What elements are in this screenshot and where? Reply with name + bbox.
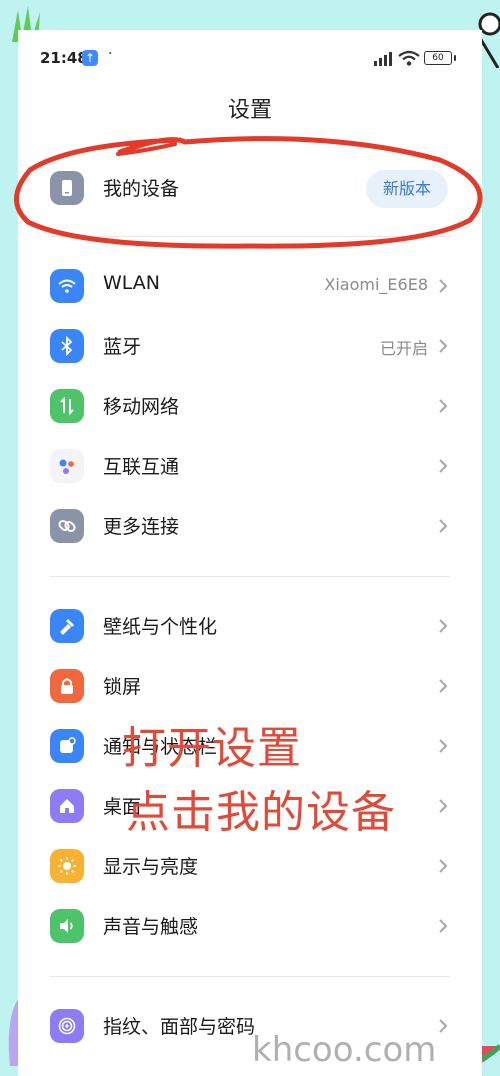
- watermark: khcoo.com: [252, 1030, 437, 1070]
- chevron-right-icon: [439, 739, 448, 753]
- settings-item-display[interactable]: 显示与亮度: [18, 836, 482, 896]
- item-value: 已开启: [379, 339, 428, 358]
- annotation-line-2: 点击我的设备: [126, 787, 396, 838]
- sound-icon: [50, 909, 84, 943]
- settings-item-mobile-network[interactable]: 移动网络: [18, 376, 482, 436]
- chevron-right-icon: [439, 459, 448, 473]
- chevron-right-icon: [439, 919, 448, 933]
- home-icon: [50, 789, 84, 823]
- settings-item-lock-screen[interactable]: 锁屏: [18, 656, 482, 716]
- wifi-icon: [50, 269, 84, 303]
- sun-icon: [50, 849, 84, 883]
- status-time: 21:48: [40, 49, 88, 67]
- wifi-status-icon: [398, 50, 420, 66]
- page-title: 设置: [227, 98, 272, 123]
- device-icon: [50, 171, 84, 205]
- item-label: 壁纸与个性化: [103, 616, 218, 638]
- settings-item-sound[interactable]: 声音与触感: [18, 896, 482, 956]
- item-label: 声音与触感: [103, 916, 199, 938]
- battery-icon: 60: [424, 51, 456, 65]
- chevron-right-icon: [439, 519, 448, 533]
- link-icon: [50, 509, 84, 543]
- signal-icon: [374, 52, 392, 66]
- item-label: 显示与亮度: [103, 856, 199, 878]
- item-label: 锁屏: [103, 676, 142, 698]
- divider: [50, 236, 450, 237]
- chevron-right-icon: [439, 799, 448, 813]
- notification-icon: [50, 729, 84, 763]
- chevron-right-icon: [439, 1019, 448, 1033]
- annotation-line-1: 打开设置: [122, 723, 302, 774]
- fingerprint-icon: [50, 1009, 84, 1043]
- item-value: Xiaomi_E6E8: [324, 275, 428, 294]
- chevron-right-icon: [439, 279, 448, 293]
- item-label: 蓝牙: [103, 336, 142, 358]
- mobile-network-icon: [50, 389, 84, 423]
- status-bar: 21:48 ↑ · 60: [18, 30, 482, 84]
- settings-item-bluetooth[interactable]: 蓝牙 已开启: [18, 316, 482, 376]
- my-device-label: 我的设备: [103, 178, 180, 200]
- status-dot: ·: [108, 46, 113, 62]
- item-label: WLAN: [103, 272, 161, 294]
- new-version-badge[interactable]: 新版本: [366, 170, 448, 208]
- settings-item-wallpaper[interactable]: 壁纸与个性化: [18, 596, 482, 656]
- settings-item-wlan[interactable]: WLAN Xiaomi_E6E8: [18, 256, 482, 316]
- chevron-right-icon: [439, 339, 448, 353]
- divider: [50, 576, 450, 577]
- wallpaper-icon: [50, 609, 84, 643]
- chevron-right-icon: [439, 619, 448, 633]
- divider: [50, 976, 450, 977]
- item-label: 移动网络: [103, 396, 180, 418]
- item-label: 互联互通: [103, 456, 180, 478]
- interconnect-icon: [50, 449, 84, 483]
- lock-icon: [50, 669, 84, 703]
- settings-item-interconnect[interactable]: 互联互通: [18, 436, 482, 496]
- settings-item-more-connections[interactable]: 更多连接: [18, 496, 482, 556]
- chevron-right-icon: [439, 859, 448, 873]
- chevron-right-icon: [439, 399, 448, 413]
- chevron-right-icon: [439, 679, 448, 693]
- upload-icon: ↑: [82, 50, 98, 66]
- settings-screen: 21:48 ↑ · 60 设置 我的设备 新版本 WLAN Xiaomi_E6E…: [18, 30, 482, 1076]
- item-label: 更多连接: [103, 516, 180, 538]
- bluetooth-icon: [50, 329, 84, 363]
- item-label: 指纹、面部与密码: [103, 1016, 256, 1038]
